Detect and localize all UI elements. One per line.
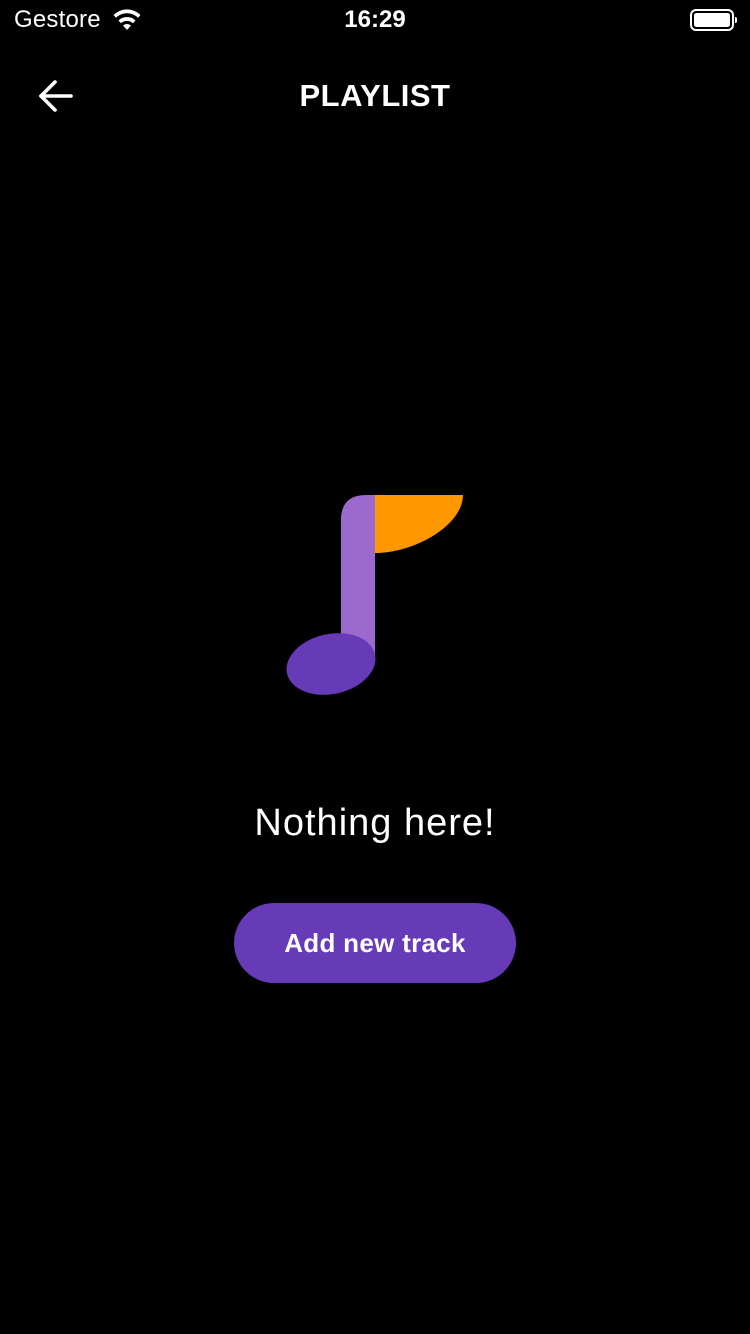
page-title: PLAYLIST bbox=[299, 78, 451, 113]
status-bar: Gestore 16:29 bbox=[0, 0, 750, 40]
empty-state-message: Nothing here! bbox=[254, 802, 496, 844]
battery-icon bbox=[690, 9, 737, 31]
add-new-track-button[interactable]: Add new track bbox=[234, 903, 516, 983]
navigation-bar: PLAYLIST bbox=[0, 56, 750, 136]
music-note-icon bbox=[286, 495, 463, 695]
status-time: 16:29 bbox=[344, 6, 406, 33]
note-flag bbox=[375, 495, 463, 553]
